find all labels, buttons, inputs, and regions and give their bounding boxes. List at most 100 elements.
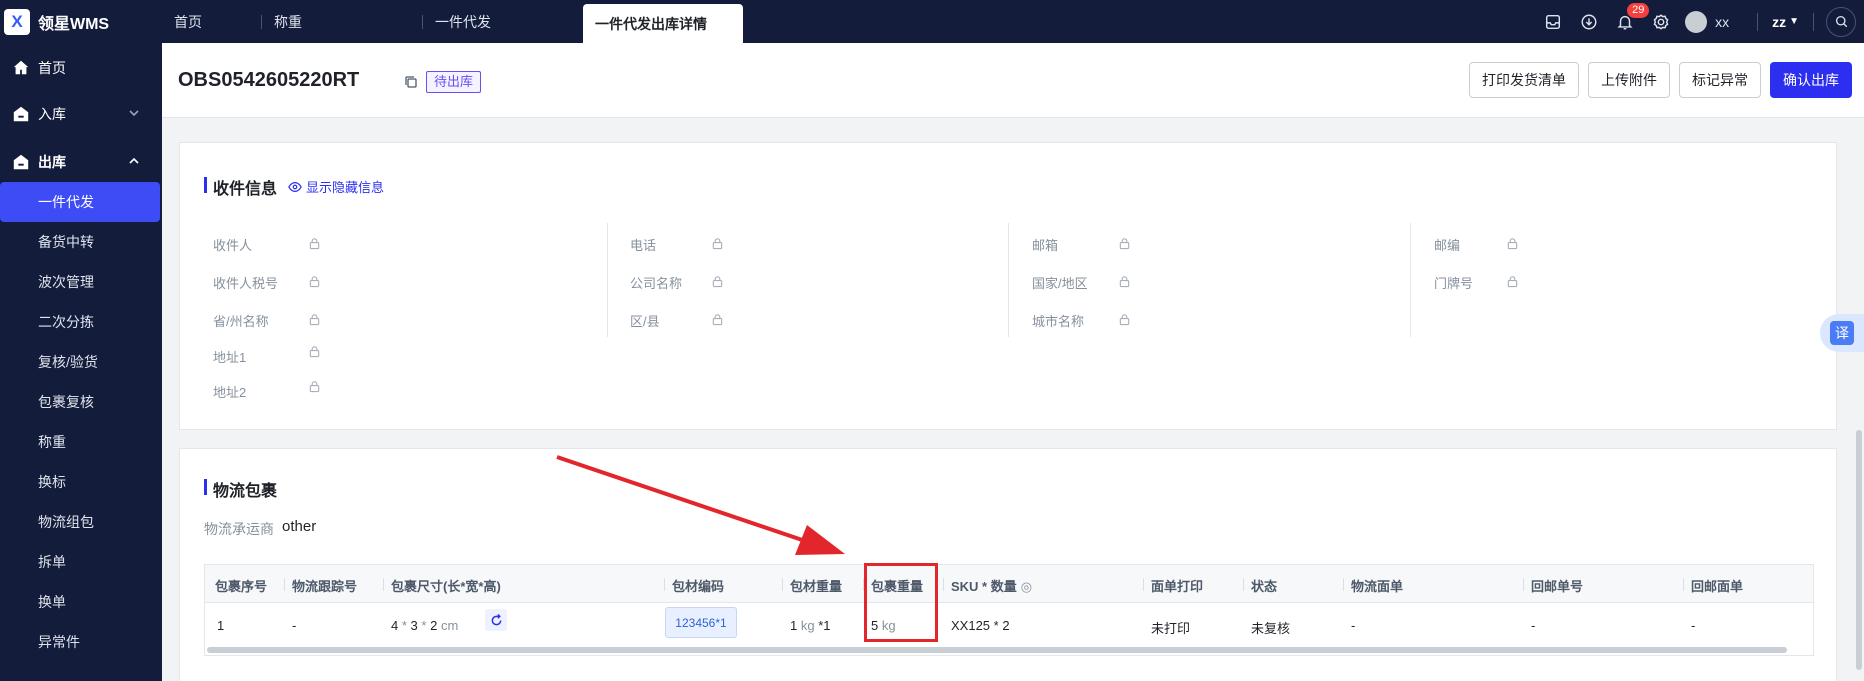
sidebar-sub-relabel[interactable]: 换标 — [0, 462, 162, 502]
search-icon[interactable] — [1826, 6, 1856, 37]
material-weight-unit: kg — [800, 618, 815, 633]
tab-label: 称重 — [274, 13, 302, 30]
lock-icon — [712, 238, 723, 250]
col-sku-qty: SKU * 数量 ◎ — [943, 576, 1032, 595]
inbox-icon[interactable] — [1535, 0, 1571, 43]
sidebar-sub-wave[interactable]: 波次管理 — [0, 262, 162, 302]
refresh-icon[interactable] — [485, 609, 507, 631]
lock-icon — [1119, 314, 1130, 326]
eye-icon — [288, 181, 302, 192]
tab-dropship-outbound-detail[interactable]: 一件代发出库详情 — [583, 4, 743, 43]
field-tax-no: 收件人税号 — [213, 273, 278, 292]
col-label: 包材编码 — [672, 579, 725, 594]
detail-header: OBS0542605220RT 待出库 打印发货清单 上传附件 标记异常 确认出… — [162, 43, 1864, 118]
horizontal-scrollbar[interactable] — [207, 647, 1787, 653]
col-material-weight: 包材重量 — [782, 576, 842, 595]
carrier-value: other — [282, 518, 317, 535]
home-icon — [13, 60, 29, 75]
tab-home[interactable]: 首页 — [162, 0, 262, 43]
material-qty: *1 — [818, 618, 831, 633]
sidebar-sub-split[interactable]: 拆单 — [0, 542, 162, 582]
logo[interactable]: X 领星WMS — [0, 0, 162, 43]
material-weight-value: 1 — [790, 618, 798, 633]
tab-label: 一件代发出库详情 — [595, 15, 707, 32]
annotation-arrow — [556, 455, 845, 555]
cell-return-label: - — [1691, 618, 1696, 633]
confirm-outbound-button[interactable]: 确认出库 — [1770, 62, 1852, 98]
field-house-no: 门牌号 — [1434, 273, 1473, 292]
field-label: 国家/地区 — [1032, 276, 1088, 291]
tab-dropship[interactable]: 一件代发 — [423, 0, 583, 43]
col-label: 包裹尺寸(长*宽*高) — [391, 579, 501, 594]
field-country: 国家/地区 — [1032, 273, 1088, 292]
section-title: 收件信息 — [204, 175, 277, 199]
field-company: 公司名称 — [630, 273, 682, 292]
translate-widget[interactable]: 译 — [1820, 314, 1864, 352]
order-number: OBS0542605220RT — [178, 69, 360, 91]
print-packing-list-button[interactable]: 打印发货清单 — [1469, 62, 1579, 98]
col-label: 面单打印 — [1151, 579, 1204, 594]
col-return-no: 回邮单号 — [1523, 576, 1583, 595]
lock-icon — [309, 238, 320, 250]
field-label: 地址2 — [213, 385, 247, 400]
sidebar-sub-exceptions[interactable]: 异常件 — [0, 622, 162, 662]
col-material-code: 包材编码 — [664, 576, 725, 595]
sidebar-item-home[interactable]: 首页 — [0, 48, 162, 88]
field-label: 省/州名称 — [213, 314, 269, 329]
table-header: 包裹序号 物流跟踪号 包裹尺寸(长*宽*高) 包材编码 包材重量 包裹重量 SK… — [205, 565, 1813, 603]
field-label: 地址1 — [213, 350, 247, 365]
field-district: 区/县 — [630, 311, 660, 330]
logo-icon: X — [4, 8, 30, 35]
tenant-switcher[interactable]: zz ▼ — [1772, 14, 1799, 30]
upload-attachment-button[interactable]: 上传附件 — [1588, 62, 1670, 98]
annotation-highlight-box — [864, 563, 938, 642]
page-tabs: 首页 称重 一件代发 一件代发出库详情 — [162, 0, 743, 43]
size-separator: * — [401, 618, 407, 633]
status-badge: 待出库 — [426, 71, 482, 93]
show-hidden-info-link[interactable]: 显示隐藏信息 — [288, 177, 384, 196]
size-length: 4 — [391, 618, 399, 633]
sidebar-sub-logistics-group[interactable]: 物流组包 — [0, 502, 162, 542]
sidebar-sub-weighing[interactable]: 称重 — [0, 422, 162, 462]
sidebar-item-label: 入库 — [38, 106, 66, 122]
sidebar-sub-stock-transfer[interactable]: 备货中转 — [0, 222, 162, 262]
sidebar-sub-change-order[interactable]: 换单 — [0, 582, 162, 622]
sidebar-sub-sorting[interactable]: 二次分拣 — [0, 302, 162, 342]
tab-label: 首页 — [174, 13, 202, 30]
material-code-tag[interactable]: 123456*1 — [665, 607, 737, 638]
sidebar-sub-review[interactable]: 复核/验货 — [0, 342, 162, 382]
cell-return-no: - — [1531, 618, 1536, 633]
chevron-up-icon — [129, 157, 139, 164]
col-return-label: 回邮面单 — [1683, 576, 1743, 595]
col-label: 物流跟踪号 — [292, 579, 358, 594]
cell-logistics-label: - — [1351, 618, 1356, 633]
sidebar-sub-package-review[interactable]: 包裹复核 — [0, 382, 162, 422]
inbound-icon — [13, 106, 29, 122]
size-height: 2 — [430, 618, 438, 633]
vertical-scrollbar[interactable] — [1856, 430, 1862, 670]
username[interactable]: xx — [1715, 14, 1751, 30]
field-label: 邮编 — [1434, 238, 1461, 253]
sidebar-item-label: 出库 — [38, 154, 66, 170]
gear-icon[interactable] — [1643, 0, 1679, 43]
sidebar-item-inbound[interactable]: 入库 — [0, 94, 162, 134]
translate-icon: 译 — [1830, 321, 1854, 345]
tab-weighing[interactable]: 称重 — [262, 0, 423, 43]
mark-exception-button[interactable]: 标记异常 — [1679, 62, 1761, 98]
field-phone: 电话 — [630, 235, 656, 254]
bell-icon[interactable]: 29 — [1607, 0, 1650, 43]
sidebar-sub-dropship[interactable]: 一件代发 — [0, 182, 160, 222]
cell-label-print: 未打印 — [1151, 621, 1191, 636]
field-label: 公司名称 — [630, 276, 683, 291]
info-icon[interactable]: ◎ — [1021, 579, 1032, 594]
section-title: 物流包裹 — [204, 477, 277, 501]
col-label: 物流面单 — [1351, 579, 1404, 594]
field-city: 城市名称 — [1032, 311, 1084, 330]
lock-icon — [1119, 276, 1130, 288]
sidebar-item-outbound[interactable]: 出库 — [0, 142, 162, 182]
download-icon[interactable] — [1571, 0, 1607, 43]
package-table: 包裹序号 物流跟踪号 包裹尺寸(长*宽*高) 包材编码 包材重量 包裹重量 SK… — [204, 564, 1814, 656]
size-width: 3 — [410, 618, 418, 633]
avatar[interactable] — [1685, 10, 1708, 33]
copy-icon[interactable] — [404, 75, 418, 89]
